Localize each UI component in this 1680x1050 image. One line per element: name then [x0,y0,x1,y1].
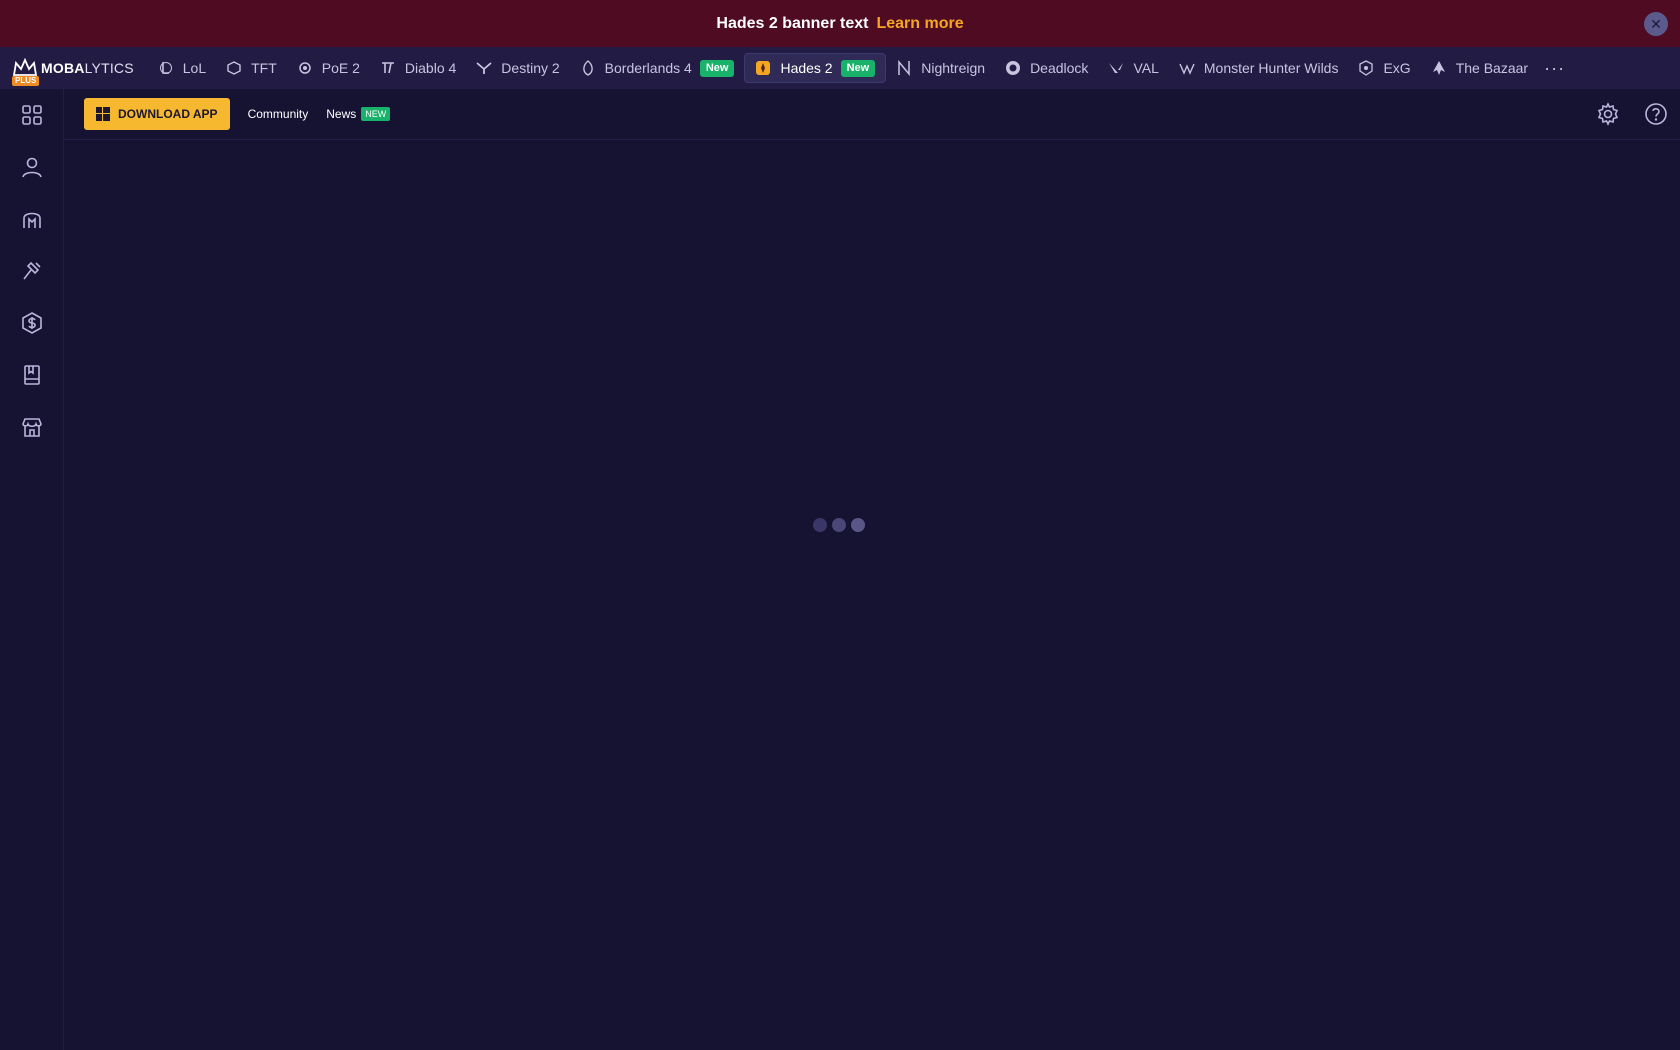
new-badge: New [840,59,876,77]
hammer-icon[interactable] [0,245,64,297]
left-sidebar [0,89,64,1050]
download-app-button[interactable]: DOWNLOAD APP [84,98,230,130]
game-tab-destiny2[interactable]: Destiny 2 [466,53,569,83]
game-tab-val[interactable]: VAL [1098,53,1168,83]
game-tab-the-bazaar[interactable]: The Bazaar [1421,53,1538,83]
game-tab-hades2[interactable]: Hades 2 New [744,53,887,83]
val-icon [1108,60,1124,76]
windows-icon [96,107,110,121]
borderlands4-icon [580,60,596,76]
hades2-icon [755,60,771,76]
poe2-icon [297,60,313,76]
deadlock-icon [1005,60,1021,76]
new-badge: New [699,59,735,77]
close-icon[interactable]: ✕ [1644,12,1668,36]
game-tab-poe2[interactable]: PoE 2 [287,53,370,83]
sub-nav: DOWNLOAD APP Community News NEW [64,89,1680,140]
game-tab-tft[interactable]: TFT [216,53,287,83]
game-tab-deadlock[interactable]: Deadlock [995,53,1098,83]
coin-icon[interactable] [0,297,64,349]
game-tab-lol[interactable]: LoL [148,53,216,83]
help-icon[interactable] [1642,100,1670,128]
game-tab-nightreign[interactable]: Nightreign [886,53,995,83]
profile-icon[interactable] [0,141,64,193]
nightreign-icon [896,60,912,76]
plus-badge: PLUS [12,76,40,86]
news-link[interactable]: News NEW [326,107,391,121]
mobalytics-logo[interactable]: PLUS MOBALYTICS [12,52,134,86]
game-tab-borderlands4[interactable]: Borderlands 4 New [570,53,745,83]
store-icon[interactable] [0,401,64,453]
exg-icon [1358,60,1374,76]
destiny2-icon [476,60,492,76]
logo-text: MOBALYTICS [41,60,134,76]
game-tab-diablo4[interactable]: Diablo 4 [370,53,466,83]
mhw-icon [1179,60,1195,76]
loading-dot [832,518,846,532]
tft-icon [226,60,242,76]
game-tab-monster-hunter-wilds[interactable]: Monster Hunter Wilds [1169,53,1349,83]
game-tab-exg[interactable]: ExG [1348,53,1420,83]
loading-dot [851,518,865,532]
loading-indicator [813,518,870,532]
bazaar-icon [1431,60,1447,76]
book-icon[interactable] [0,349,64,401]
more-games-icon[interactable]: ··· [1544,58,1565,79]
lol-icon [158,60,174,76]
promo-banner: Hades 2 banner text Learn more ✕ [0,0,1680,47]
community-link[interactable]: Community [248,107,309,121]
news-new-badge: NEW [361,107,391,121]
gear-icon[interactable] [1594,100,1622,128]
helmet-icon[interactable] [0,193,64,245]
banner-text: Hades 2 banner text [716,14,869,32]
learn-more-link[interactable]: Learn more [876,15,963,33]
diablo4-icon [380,60,396,76]
loading-dot [813,518,827,532]
game-nav: PLUS MOBALYTICS LoL TFT PoE 2 Diablo 4 D… [0,47,1680,89]
dashboard-icon[interactable] [0,89,64,141]
